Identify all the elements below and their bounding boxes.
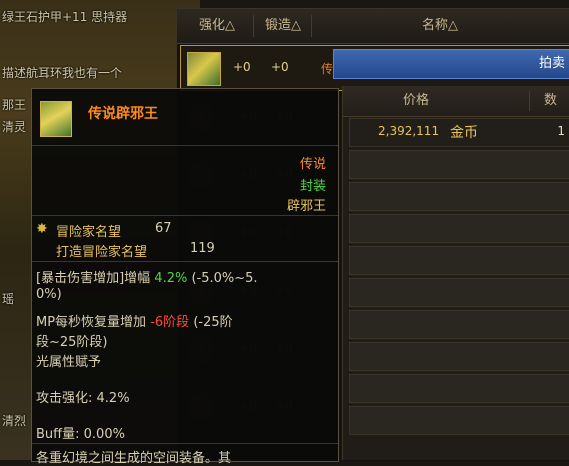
price-row-empty[interactable] (349, 150, 569, 179)
scene-chat-line: 瑶 (2, 292, 15, 306)
scene-chat-line: 描述航耳环我也有一个 (2, 66, 123, 80)
divider (32, 261, 338, 262)
price-list: 价格 数 2,392,111 金币 1 (342, 86, 569, 460)
scene-chat-line: 清烈 (2, 414, 27, 428)
forge-reputation-value: 119 (190, 241, 215, 256)
buff-amount-label: Buff量: (36, 427, 80, 442)
price-row-empty[interactable] (349, 374, 569, 403)
buff-amount-value: 0.00% (83, 427, 125, 442)
price-row-empty[interactable] (349, 406, 569, 435)
reputation-label: 冒险家名望 (56, 225, 122, 240)
stat-crit-label: [暴击伤害增加]增幅 (36, 271, 151, 286)
price-row-empty[interactable] (349, 278, 569, 307)
price-amount: 2,392,111 (378, 124, 440, 138)
item-status: 封装 (299, 179, 326, 194)
buff-amount: Buff量: 0.00% (36, 423, 125, 442)
row-enhance-value: +0 (233, 60, 251, 74)
enhance-sort-header[interactable]: 强化△ (181, 15, 254, 37)
price-row-empty[interactable] (349, 214, 569, 243)
scene-chat-line: 清灵 (2, 120, 27, 134)
price-list-header: 价格 数 (343, 86, 569, 117)
item-set-name: 辟邪王 (286, 199, 326, 214)
item-description: 各重幻境之间生成的空间装备。其 (36, 451, 232, 466)
stat-mp-value: -6阶段 (150, 315, 190, 330)
stat-mp-label: MP每秒恢复量增加 (36, 315, 147, 330)
row-item-name: 传 (321, 62, 334, 76)
bid-button[interactable]: 拍卖 (532, 53, 569, 75)
auction-header: 强化△ 锻造△ 名称△ (177, 9, 569, 44)
item-title: 传说辟邪王 (88, 106, 158, 122)
scroll-item-icon (187, 52, 221, 86)
stat-mp-regen: MP每秒恢复量增加 -6阶段 (-25阶 (36, 311, 233, 330)
divider (32, 215, 338, 216)
quantity-column-header[interactable]: 数 (529, 91, 557, 111)
name-sort-header[interactable]: 名称△ (313, 15, 567, 37)
forge-sort-header[interactable]: 锻造△ (255, 15, 312, 37)
price-row-empty[interactable] (349, 182, 569, 211)
price-row-empty[interactable] (349, 246, 569, 275)
item-rarity: 传说 (299, 157, 326, 172)
stat-crit-range-cont: 0%) (36, 287, 62, 302)
stat-mp-range-cont: 段~25阶段) (36, 335, 108, 350)
reputation-icon: ✸ (36, 221, 48, 237)
price-row-empty[interactable] (349, 310, 569, 339)
stat-crit-value: 4.2% (154, 271, 188, 286)
scene-chat-line: 那王 (2, 98, 27, 112)
scene-chat-line: 绿王石护甲+11 思持器 (2, 10, 128, 24)
stat-crit-range: (-5.0%~5. (191, 271, 258, 286)
item-tooltip: 传说辟邪王 传说 封装 辟邪王 ✸ 冒险家名望 67 打造冒险家名望 119 [… (31, 88, 339, 466)
attack-enhance-label: 攻击强化: (36, 391, 93, 406)
attack-enhance-value: 4.2% (96, 391, 130, 406)
price-row[interactable]: 2,392,111 金币 1 (349, 118, 569, 147)
reputation-value: 67 (155, 221, 172, 236)
divider (32, 443, 338, 444)
stat-crit-damage: [暴击伤害增加]增幅 4.2% (-5.0%~5. (36, 267, 258, 286)
price-quantity: 1 (557, 124, 565, 138)
scroll-item-icon (40, 101, 72, 137)
forge-reputation-label: 打造冒险家名望 (56, 245, 148, 260)
tooltip-header: 传说辟邪王 (32, 89, 338, 146)
price-row-empty[interactable] (349, 342, 569, 371)
stat-light-element: 光属性赋予 (36, 355, 102, 370)
attack-enhance: 攻击强化: 4.2% (36, 387, 130, 406)
row-forge-value: +0 (271, 60, 289, 74)
stat-mp-range: (-25阶 (193, 315, 233, 330)
price-unit: 金币 (450, 125, 478, 141)
price-column-header[interactable]: 价格 (403, 91, 429, 111)
